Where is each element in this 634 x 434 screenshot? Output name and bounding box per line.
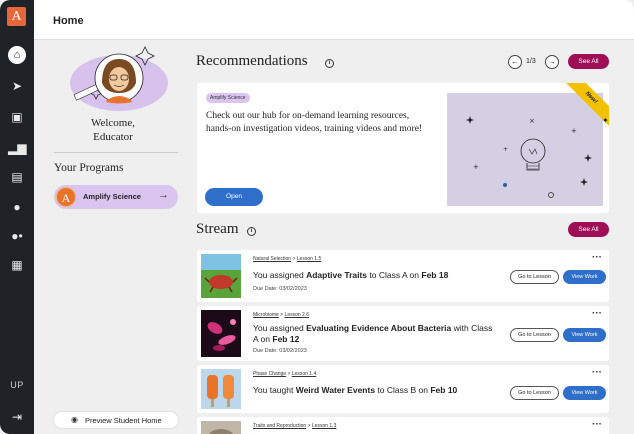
rocket-icon[interactable]: ➤ xyxy=(8,77,26,95)
view-work-button[interactable]: View Work xyxy=(563,328,606,342)
sparkle-icon: ✦ xyxy=(602,116,609,125)
go-to-lesson-button[interactable]: Go to Lesson xyxy=(510,270,559,284)
page-title: Home xyxy=(53,15,84,27)
svg-text:+: + xyxy=(473,163,479,171)
view-work-button[interactable]: View Work xyxy=(563,270,606,284)
more-options-icon[interactable]: ··· xyxy=(592,252,602,263)
info-icon[interactable]: i xyxy=(325,59,334,68)
program-tag: Amplify Science xyxy=(206,93,250,103)
weird-water-thumbnail xyxy=(201,369,241,409)
prev-arrow-icon[interactable]: ← xyxy=(508,55,522,69)
recommendation-text: Check out our hub for on-demand learning… xyxy=(206,111,423,134)
breadcrumb-lesson[interactable]: Lesson 1.3 xyxy=(312,423,336,429)
view-work-button[interactable]: View Work xyxy=(563,386,606,400)
more-options-icon[interactable]: ··· xyxy=(592,419,602,430)
main-content: Recommendations i ← 1/3 → See All Amplif… xyxy=(192,40,634,434)
stream-message: You assigned Adaptive Traits to Class A … xyxy=(253,270,493,281)
stream-message: You assigned Evaluating Evidence About B… xyxy=(253,323,493,345)
amplify-science-icon: A xyxy=(56,187,76,207)
next-arrow-icon[interactable]: → xyxy=(545,55,559,69)
app-window: A ⌂ ➤ ▣ ▂▆ ▤ ● ●• ▦ UP ⇥ Home Welcome, E… xyxy=(0,0,634,434)
preview-label: Preview Student Home xyxy=(85,416,162,425)
recommendations-see-all-button[interactable]: See All xyxy=(568,54,609,69)
nav-rail: A ⌂ ➤ ▣ ▂▆ ▤ ● ●• ▦ UP ⇥ xyxy=(0,0,34,434)
msg-pre: You assigned xyxy=(253,270,307,280)
preview-student-home-button[interactable]: ◉ Preview Student Home xyxy=(53,411,179,429)
welcome-line-1: Welcome, xyxy=(90,117,135,129)
breadcrumb-lesson[interactable]: Lesson 1.4 xyxy=(292,371,316,377)
user-initials[interactable]: UP xyxy=(0,380,34,390)
svg-text:+: + xyxy=(503,146,508,153)
go-to-lesson-button[interactable]: Go to Lesson xyxy=(510,386,559,400)
stream-message: You taught Weird Water Events to Class B… xyxy=(253,385,493,396)
breadcrumb[interactable]: Phase Change > Lesson 1.4 xyxy=(253,371,316,377)
arrow-right-icon: → xyxy=(158,189,169,201)
due-date: Due Date: 03/02/2023 xyxy=(253,286,307,292)
recommendation-pager: 1/3 xyxy=(526,58,536,65)
grid-icon[interactable]: ▦ xyxy=(8,256,26,274)
msg-pre: You assigned xyxy=(253,323,307,333)
divider xyxy=(54,152,178,153)
stream-item: Phase Change > Lesson 1.4 You taught Wei… xyxy=(197,365,609,413)
recommendation-card: Amplify Science Check out our hub for on… xyxy=(197,83,609,213)
breadcrumb[interactable]: Traits and Reproduction > Lesson 1.3 xyxy=(253,423,336,429)
stream-info-icon[interactable]: i xyxy=(247,227,256,236)
stream-item: Natural Selection > Lesson 1.5 You assig… xyxy=(197,250,609,302)
left-panel: Welcome, Educator Your Programs A Amplif… xyxy=(34,40,192,434)
eye-icon: ◉ xyxy=(71,415,78,424)
program-amplify-science-button[interactable]: A Amplify Science → xyxy=(54,185,178,209)
group-icon[interactable]: ●• xyxy=(8,227,26,245)
more-options-icon[interactable]: ··· xyxy=(592,308,602,319)
breadcrumb-unit[interactable]: Microbiome xyxy=(253,312,279,318)
msg-lesson: Evaluating Evidence About Bacteria xyxy=(306,323,452,333)
msg-date: Feb 10 xyxy=(430,385,458,395)
exit-icon[interactable]: ⇥ xyxy=(8,408,26,426)
breadcrumb-unit[interactable]: Phase Change xyxy=(253,371,286,377)
breadcrumb[interactable]: Microbiome > Lesson 2.6 xyxy=(253,312,309,318)
msg-lesson: Adaptive Traits xyxy=(306,270,368,280)
breadcrumb-unit[interactable]: Natural Selection xyxy=(253,256,291,262)
stream-item: Microbiome > Lesson 2.6 You assigned Eva… xyxy=(197,306,609,361)
msg-date: Feb 18 xyxy=(421,270,449,280)
adaptive-traits-thumbnail xyxy=(201,254,241,298)
stream-see-all-button[interactable]: See All xyxy=(568,222,609,237)
breadcrumb-lesson[interactable]: Lesson 1.5 xyxy=(297,256,321,262)
open-button[interactable]: Open xyxy=(205,188,263,206)
stream-heading: Stream xyxy=(196,221,239,237)
person-icon[interactable]: ● xyxy=(8,198,26,216)
go-to-lesson-button[interactable]: Go to Lesson xyxy=(510,328,559,342)
svg-text:+: + xyxy=(571,127,577,135)
bar-chart-icon[interactable]: ▂▆ xyxy=(8,139,26,157)
bookmark-icon[interactable]: ▣ xyxy=(8,108,26,126)
top-header: Home xyxy=(34,0,634,40)
stream-item: Traits and Reproduction > Lesson 1.3 ··· xyxy=(197,417,609,434)
traits-reproduction-thumbnail xyxy=(201,421,241,434)
msg-date: Feb 12 xyxy=(272,334,300,344)
due-date: Due Date: 03/02/2023 xyxy=(253,348,307,354)
amplify-logo[interactable]: A xyxy=(7,7,26,26)
program-label: Amplify Science xyxy=(83,192,141,201)
breadcrumb-lesson[interactable]: Lesson 2.6 xyxy=(285,312,309,318)
msg-pre: You taught xyxy=(253,385,296,395)
msg-lesson: Weird Water Events xyxy=(295,385,376,395)
recommendations-heading: Recommendations xyxy=(196,53,308,69)
msg-mid: to Class A on xyxy=(367,270,422,280)
svg-text:×: × xyxy=(529,117,535,125)
home-icon[interactable]: ⌂ xyxy=(8,46,26,64)
document-icon[interactable]: ▤ xyxy=(8,168,26,186)
breadcrumb-unit[interactable]: Traits and Reproduction xyxy=(253,423,306,429)
lightbulb-illustration: × + + + xyxy=(447,93,603,206)
breadcrumb[interactable]: Natural Selection > Lesson 1.5 xyxy=(253,256,321,262)
welcome-line-2: Educator xyxy=(93,131,133,143)
more-options-icon[interactable]: ··· xyxy=(592,367,602,378)
bacteria-thumbnail xyxy=(201,310,241,357)
welcome-message: Welcome, Educator xyxy=(34,116,192,144)
msg-mid: to Class B on xyxy=(375,385,431,395)
educator-avatar xyxy=(70,46,168,111)
your-programs-heading: Your Programs xyxy=(54,162,124,174)
